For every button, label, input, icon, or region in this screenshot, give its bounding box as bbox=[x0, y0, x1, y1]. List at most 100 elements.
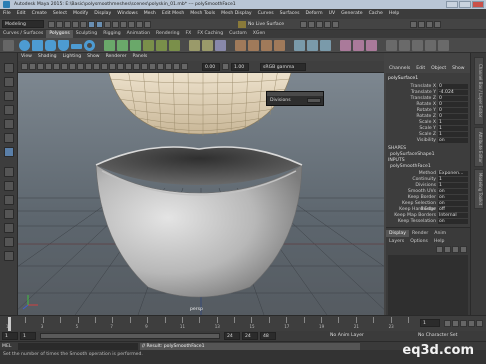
construction-history-icon[interactable] bbox=[144, 21, 151, 28]
viewport-menu-lighting[interactable]: Lighting bbox=[60, 53, 85, 61]
viewport-menu-panels[interactable]: Panels bbox=[130, 53, 151, 61]
playback-end-field[interactable]: 24 bbox=[224, 332, 240, 340]
current-frame-value[interactable]: 1 bbox=[420, 319, 440, 327]
slide-edge-icon[interactable] bbox=[353, 40, 364, 51]
anim-end-field[interactable]: 24 bbox=[242, 332, 258, 340]
poly-cube-icon[interactable] bbox=[32, 40, 43, 51]
range-bar[interactable] bbox=[40, 333, 220, 339]
boolean-union-icon[interactable] bbox=[143, 40, 154, 51]
attribute-value[interactable]: Exponen... bbox=[438, 171, 468, 176]
snap-point-icon[interactable] bbox=[128, 21, 135, 28]
extrude-icon[interactable] bbox=[248, 40, 259, 51]
step-back-icon[interactable] bbox=[452, 320, 459, 327]
attribute-value[interactable]: off bbox=[438, 207, 468, 212]
shelf-tab-curves-surfaces[interactable]: Curves / Surfaces bbox=[0, 30, 46, 38]
hypershade-icon[interactable] bbox=[332, 21, 339, 28]
menu-surfaces[interactable]: Surfaces bbox=[277, 9, 303, 19]
exposure-field[interactable]: 0.00 bbox=[202, 63, 220, 71]
menu-mesh-tools[interactable]: Mesh Tools bbox=[187, 9, 218, 19]
step-forward-icon[interactable] bbox=[468, 320, 475, 327]
attribute-value[interactable]: 1 bbox=[438, 120, 468, 125]
smooth-shade-icon[interactable] bbox=[109, 63, 116, 70]
poly-sphere-icon[interactable] bbox=[19, 40, 30, 51]
input-node-name[interactable]: polySmoothFace1 bbox=[390, 164, 431, 169]
color-space-dropdown[interactable]: sRGB gamma bbox=[260, 63, 306, 71]
toggle-tool-settings-icon[interactable] bbox=[426, 21, 433, 28]
menu-cache[interactable]: Cache bbox=[366, 9, 386, 19]
snap-curve-icon[interactable] bbox=[120, 21, 127, 28]
lasso-tool-icon[interactable] bbox=[4, 77, 14, 87]
attribute-value[interactable]: 0 bbox=[438, 84, 468, 89]
attribute-value[interactable]: 1 bbox=[438, 183, 468, 188]
attribute-value[interactable]: on bbox=[438, 195, 468, 200]
planar-map-icon[interactable] bbox=[399, 40, 410, 51]
snap-grid-icon[interactable] bbox=[112, 21, 119, 28]
select-tool-icon[interactable] bbox=[4, 63, 14, 73]
single-view-layout-icon[interactable] bbox=[4, 167, 14, 177]
shelf-tab-rigging[interactable]: Rigging bbox=[100, 30, 123, 38]
shelf-tab-fx[interactable]: FX bbox=[183, 30, 195, 38]
attribute-value[interactable]: 0 bbox=[438, 108, 468, 113]
in-view-editor[interactable]: Divisions bbox=[266, 91, 324, 106]
persp-outliner-layout-icon[interactable] bbox=[4, 195, 14, 205]
last-tool-icon[interactable] bbox=[4, 147, 14, 157]
rotate-tool-icon[interactable] bbox=[4, 119, 14, 129]
ambient-occlusion-icon[interactable] bbox=[149, 63, 156, 70]
open-scene-icon[interactable] bbox=[56, 21, 63, 28]
layer-list[interactable] bbox=[388, 255, 468, 315]
move-tool-icon[interactable] bbox=[4, 105, 14, 115]
four-view-layout-icon[interactable] bbox=[4, 181, 14, 191]
menu-curves[interactable]: Curves bbox=[255, 9, 277, 19]
attribute-value[interactable]: on bbox=[438, 201, 468, 206]
uv-editor-icon[interactable] bbox=[386, 40, 397, 51]
multi-cut-icon[interactable] bbox=[294, 40, 305, 51]
poly-cone-icon[interactable] bbox=[58, 40, 69, 51]
anim-start-field[interactable]: 1 bbox=[2, 332, 18, 340]
boolean-intersect-icon[interactable] bbox=[169, 40, 180, 51]
grid-icon[interactable] bbox=[53, 63, 60, 70]
ipr-render-icon[interactable] bbox=[316, 21, 323, 28]
bevel-icon[interactable] bbox=[261, 40, 272, 51]
save-scene-icon[interactable] bbox=[64, 21, 71, 28]
isolate-select-icon[interactable] bbox=[157, 63, 164, 70]
redo-icon[interactable] bbox=[80, 21, 87, 28]
layers-menu[interactable]: Layers bbox=[386, 239, 407, 244]
go-end-icon[interactable] bbox=[476, 320, 483, 327]
viewport-menu-shading[interactable]: Shading bbox=[35, 53, 60, 61]
magnet-icon[interactable] bbox=[238, 21, 246, 28]
help-menu[interactable]: Help bbox=[431, 239, 447, 244]
shape-name[interactable]: polySurfaceShape1 bbox=[390, 152, 435, 157]
menu-edit-mesh[interactable]: Edit Mesh bbox=[159, 9, 187, 19]
menu-edit[interactable]: Edit bbox=[14, 9, 29, 19]
attribute-value[interactable]: Internal bbox=[438, 213, 468, 218]
current-time-marker[interactable] bbox=[8, 317, 11, 331]
gamma-field[interactable]: 1.00 bbox=[231, 63, 249, 71]
object-name[interactable]: polySurface1 bbox=[388, 76, 418, 81]
shelf-tab-sculpting[interactable]: Sculpting bbox=[73, 30, 100, 38]
anim-tab[interactable]: Anim bbox=[431, 230, 449, 237]
attribute-row[interactable]: Keep Tesselation on bbox=[386, 219, 470, 225]
paint-select-tool-icon[interactable] bbox=[4, 91, 14, 101]
menu-create[interactable]: Create bbox=[29, 9, 50, 19]
divisions-slider[interactable] bbox=[307, 98, 321, 103]
shelf-tab-animation[interactable]: Animation bbox=[124, 30, 153, 38]
menu-help[interactable]: Help bbox=[386, 9, 402, 19]
scale-tool-icon[interactable] bbox=[4, 133, 14, 143]
menu-set-dropdown[interactable]: Modeling bbox=[2, 20, 44, 28]
options-menu[interactable]: Options bbox=[407, 239, 431, 244]
bookmarks-icon[interactable] bbox=[37, 63, 44, 70]
perspective-viewport[interactable]: persp bbox=[18, 73, 384, 315]
snap-plane-icon[interactable] bbox=[136, 21, 143, 28]
menu-mesh-display[interactable]: Mesh Display bbox=[218, 9, 255, 19]
menu-generate[interactable]: Generate bbox=[338, 9, 365, 19]
render-settings-icon[interactable] bbox=[324, 21, 331, 28]
mirror-icon[interactable] bbox=[215, 40, 226, 51]
unfold-icon[interactable] bbox=[425, 40, 436, 51]
poly-plane-icon[interactable] bbox=[71, 44, 82, 49]
current-frame-field[interactable]: 1 bbox=[420, 319, 440, 327]
textured-icon[interactable] bbox=[125, 63, 132, 70]
gate-mask-icon[interactable] bbox=[77, 63, 84, 70]
object-menu[interactable]: Object bbox=[428, 66, 449, 71]
persp-graph-layout-icon[interactable] bbox=[4, 209, 14, 219]
undo-icon[interactable] bbox=[72, 21, 79, 28]
